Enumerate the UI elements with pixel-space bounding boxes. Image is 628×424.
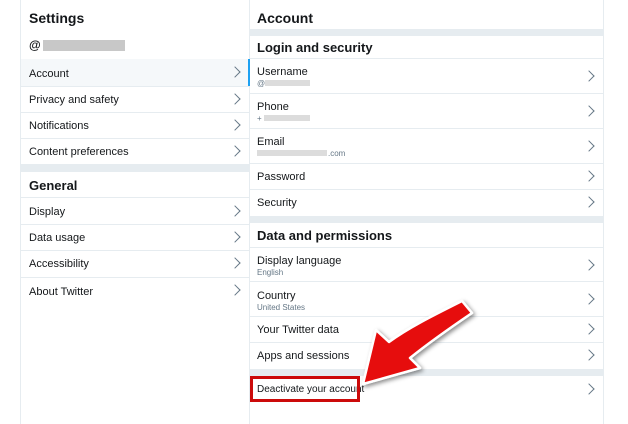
chevron-right-icon: [229, 205, 241, 217]
chevron-right-icon: [583, 105, 595, 117]
sidebar-item-label: Account: [29, 68, 69, 80]
handle-redacted: [42, 39, 125, 51]
chevron-right-icon: [229, 93, 241, 105]
chevron-right-icon: [229, 145, 241, 157]
sidebar-item-data-usage[interactable]: Data usage: [21, 225, 249, 251]
language-value: English: [257, 268, 284, 277]
chevron-right-icon: [229, 119, 241, 131]
login-section-title: Login and security: [257, 40, 373, 55]
chevron-right-icon: [229, 257, 241, 269]
item-label: Your Twitter data: [257, 324, 339, 336]
sidebar-item-label: About Twitter: [29, 286, 93, 298]
account-item-username[interactable]: Username @: [249, 59, 603, 94]
sidebar-item-label: Content preferences: [29, 146, 129, 158]
item-label: Phone: [257, 101, 289, 113]
settings-title: Settings: [29, 10, 85, 26]
section-divider: [249, 29, 603, 36]
sidebar-item-label: Notifications: [29, 120, 89, 132]
item-label: Country: [257, 290, 296, 302]
account-item-email[interactable]: Email .com: [249, 129, 603, 164]
chevron-right-icon: [583, 259, 595, 271]
sidebar-item-label: Privacy and safety: [29, 94, 119, 106]
item-label: Username: [257, 66, 308, 78]
settings-window: Settings @ Account Privacy and safety No…: [20, 0, 604, 424]
phone-value: +: [257, 114, 262, 123]
handle-prefix: @: [29, 38, 41, 52]
country-value: United States: [257, 303, 306, 312]
account-title: Account: [257, 10, 313, 26]
sidebar-item-content-preferences[interactable]: Content preferences: [21, 139, 249, 165]
chevron-right-icon: [229, 231, 241, 243]
section-divider: [21, 165, 249, 172]
data-section-title: Data and permissions: [257, 228, 393, 243]
sidebar-item-accessibility[interactable]: Accessibility: [21, 251, 249, 278]
account-item-display-language[interactable]: Display language English: [249, 248, 603, 282]
chevron-right-icon: [583, 383, 595, 395]
user-handle: @: [29, 38, 125, 52]
sidebar-item-display[interactable]: Display: [21, 198, 249, 225]
item-label: Email: [257, 136, 285, 148]
item-label: Security: [257, 197, 297, 209]
chevron-right-icon: [583, 293, 595, 305]
sidebar-item-label: Data usage: [29, 232, 86, 244]
chevron-right-icon: [583, 349, 595, 361]
phone-redacted: [264, 115, 310, 121]
username-redacted: [265, 80, 310, 86]
account-item-password[interactable]: Password: [249, 164, 603, 190]
section-divider: [249, 216, 603, 223]
email-redacted: [257, 150, 327, 156]
sidebar-item-account[interactable]: Account: [21, 59, 250, 87]
chevron-right-icon: [583, 170, 595, 182]
sidebar-item-notifications[interactable]: Notifications: [21, 113, 249, 139]
chevron-right-icon: [583, 140, 595, 152]
email-value: .com: [328, 149, 346, 158]
item-label: Display language: [257, 255, 342, 267]
chevron-right-icon: [229, 66, 241, 78]
chevron-right-icon: [229, 284, 241, 296]
item-label: Apps and sessions: [257, 350, 350, 362]
chevron-right-icon: [583, 196, 595, 208]
sidebar-item-about[interactable]: About Twitter: [21, 278, 249, 304]
settings-sidebar: Settings @ Account Privacy and safety No…: [20, 0, 250, 424]
chevron-right-icon: [583, 70, 595, 82]
account-item-twitter-data[interactable]: Your Twitter data: [249, 317, 603, 343]
username-value: @: [257, 79, 266, 88]
general-section-title: General: [29, 178, 78, 193]
account-item-apps-sessions[interactable]: Apps and sessions: [249, 343, 603, 369]
deactivate-highlight-box: [250, 376, 360, 402]
account-item-security[interactable]: Security: [249, 190, 603, 215]
sidebar-item-label: Accessibility: [29, 258, 89, 270]
sidebar-item-privacy[interactable]: Privacy and safety: [21, 87, 249, 113]
sidebar-item-label: Display: [29, 206, 66, 218]
account-panel: Account Login and security Username @ Ph…: [249, 0, 604, 424]
section-divider: [249, 369, 603, 376]
account-item-country[interactable]: Country United States: [249, 282, 603, 317]
item-label: Password: [257, 171, 306, 183]
chevron-right-icon: [583, 323, 595, 335]
account-item-phone[interactable]: Phone +: [249, 94, 603, 129]
